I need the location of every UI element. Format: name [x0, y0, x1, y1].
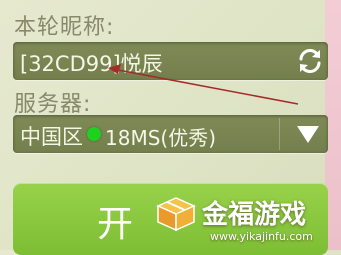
status-dot-icon — [87, 127, 101, 141]
gift-box-icon — [156, 197, 196, 232]
watermark: 金福游戏 www.yikajinfu.com — [150, 190, 341, 250]
server-select[interactable]: 中国区 18MS(优秀) — [13, 115, 328, 153]
server-region: 中国区 — [20, 125, 83, 149]
enter-game-label: 开 — [97, 204, 134, 245]
server-ping-status: 18MS(优秀) — [105, 126, 217, 150]
triangle-down-icon[interactable] — [296, 124, 320, 144]
dropdown-divider — [279, 118, 280, 150]
nickname-label: 本轮昵称: — [14, 15, 115, 40]
refresh-icon[interactable] — [295, 46, 325, 76]
watermark-url: www.yikajinfu.com — [210, 230, 313, 243]
nickname-value[interactable]: [32CD99]悦辰 — [20, 48, 163, 78]
watermark-title: 金福游戏 — [202, 200, 307, 230]
nickname-field[interactable]: [32CD99]悦辰 — [13, 42, 328, 80]
server-label: 服务器: — [14, 92, 92, 117]
